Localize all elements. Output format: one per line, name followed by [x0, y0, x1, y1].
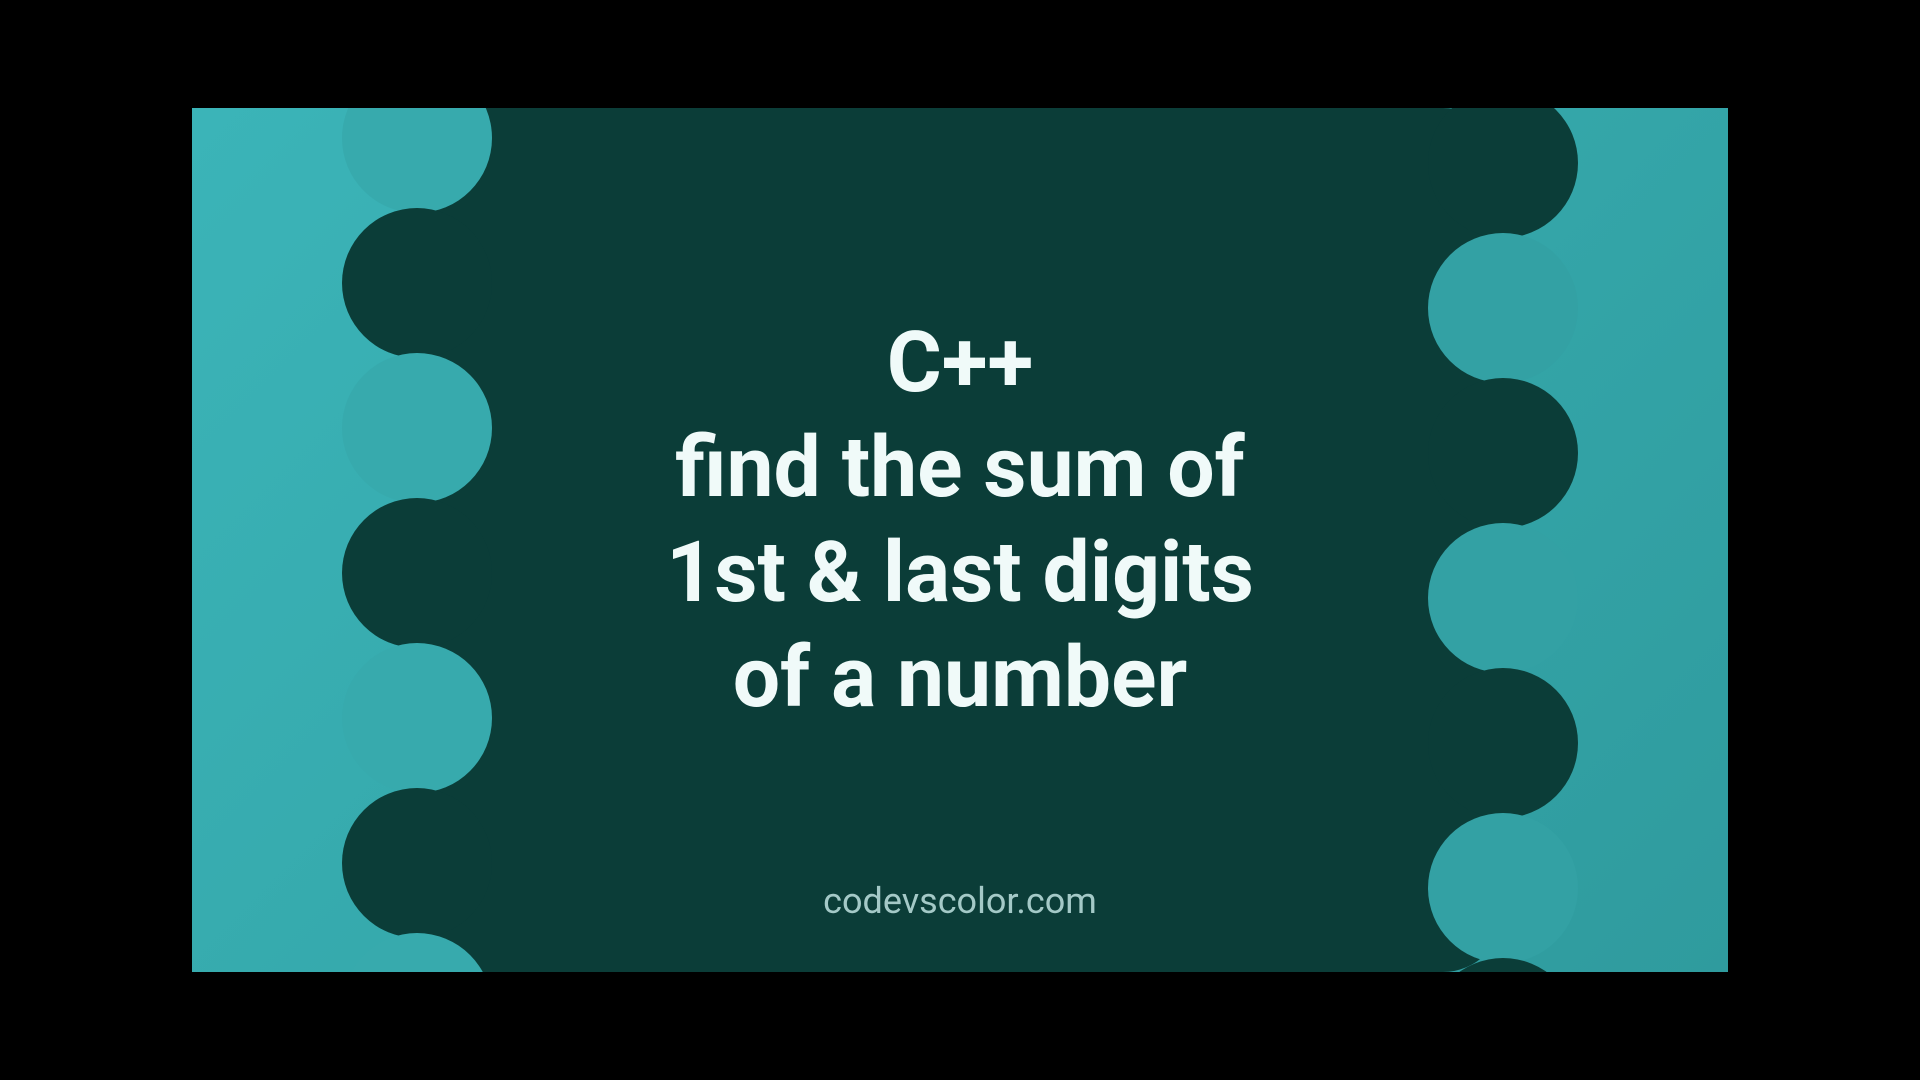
content-wrapper: C++ find the sum of 1st & last digits of… [192, 108, 1728, 972]
title-line-3: 1st & last digits [666, 520, 1254, 625]
main-title: C++ find the sum of 1st & last digits of… [666, 310, 1254, 730]
attribution-text: codevscolor.com [823, 880, 1097, 922]
title-line-2: find the sum of [666, 415, 1254, 520]
graphic-canvas: C++ find the sum of 1st & last digits of… [192, 108, 1728, 972]
title-line-4: of a number [666, 625, 1254, 730]
title-line-1: C++ [666, 310, 1254, 415]
